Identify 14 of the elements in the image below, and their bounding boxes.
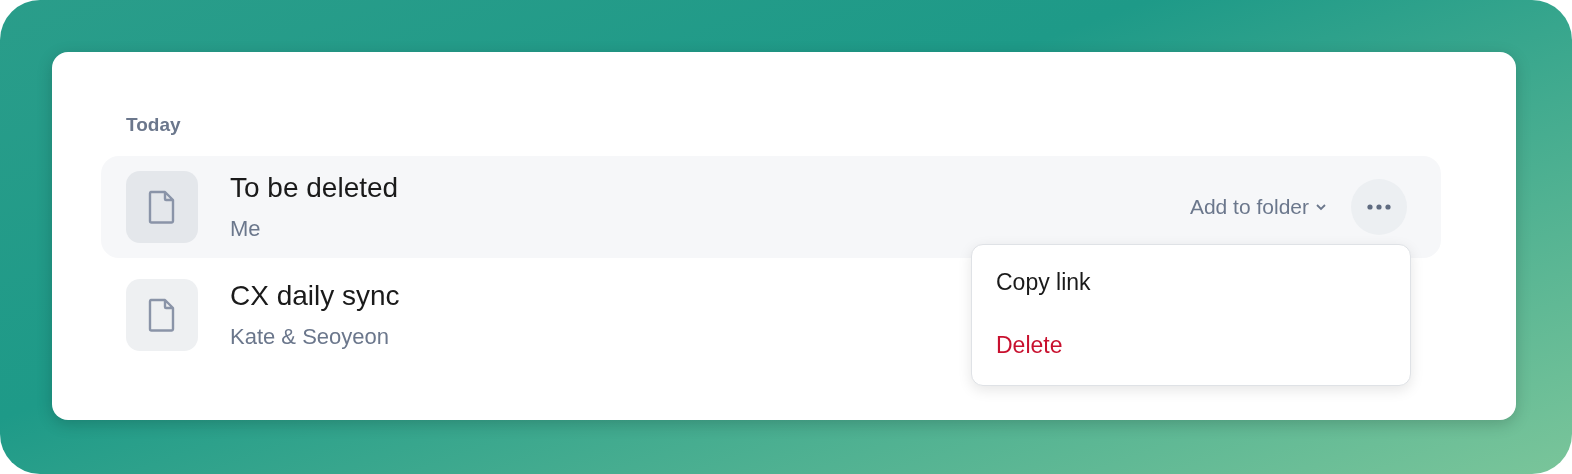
more-icon bbox=[1367, 204, 1391, 210]
file-title: CX daily sync bbox=[230, 280, 400, 312]
menu-item[interactable]: Copy link bbox=[972, 257, 1410, 310]
file-owner: Me bbox=[230, 216, 261, 242]
file-row[interactable]: To be deleted Me Add to folder bbox=[101, 156, 1441, 258]
file-row[interactable]: CX daily sync Kate & Seoyeon bbox=[101, 264, 434, 366]
chevron-down-icon bbox=[1315, 203, 1327, 211]
file-icon bbox=[148, 298, 176, 332]
add-to-folder-button[interactable]: Add to folder bbox=[1185, 191, 1331, 223]
section-heading: Today bbox=[126, 114, 182, 136]
file-title: To be deleted bbox=[230, 172, 399, 204]
file-icon bbox=[148, 190, 176, 224]
menu-item[interactable]: Delete bbox=[972, 320, 1410, 373]
file-owner: Kate & Seoyeon bbox=[230, 324, 389, 350]
